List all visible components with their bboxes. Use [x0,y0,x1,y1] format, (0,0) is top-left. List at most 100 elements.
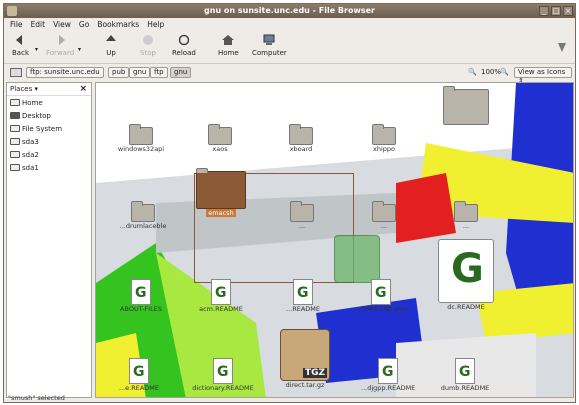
file-item[interactable]: G ...e.README [114,358,164,392]
toolbar: Back ▾ Forward ▾ Up Stop Reload Home Com… [4,31,575,64]
gnu-document-icon: G [455,358,475,384]
folder-icon [443,86,489,125]
drive-icon [10,151,20,158]
sidebar-item-home[interactable]: Home [7,96,91,109]
menu-view[interactable]: View [53,20,71,29]
reload-icon [178,34,190,46]
forward-arrow-icon [59,35,66,45]
icon-view[interactable]: windows32api xaos xboard xhippo ...druml… [95,82,574,398]
file-browser-window: gnu on sunsite.unc.edu - File Browser _ … [3,3,576,403]
gnu-document-icon: G [211,279,231,305]
sidebar-item-desktop[interactable]: Desktop [7,109,91,122]
menu-file[interactable]: File [10,20,23,29]
folder-icon [372,201,396,222]
back-history-dropdown-icon[interactable]: ▾ [35,46,38,53]
breadcrumb-ftp[interactable]: ftp [150,67,168,78]
folder-item-large[interactable] [436,86,496,125]
menu-help[interactable]: Help [147,20,164,29]
zoom-out-icon[interactable]: 🔍 [468,68,477,76]
gnu-document-icon: G [131,279,151,305]
stop-icon [142,35,153,45]
folder-item[interactable]: ... [446,201,486,230]
up-button[interactable]: Up [104,34,118,57]
status-bar: "smush" selected [8,394,65,402]
file-item[interactable]: Gdumb.README [438,358,492,392]
folder-item[interactable]: windows32api [116,124,166,153]
folder-item[interactable]: ... [364,201,404,230]
window-title: gnu on sunsite.unc.edu - File Browser [204,6,375,15]
tgz-archive-icon: TGZ [280,329,330,381]
breadcrumb-current[interactable]: gnu [170,67,192,78]
breadcrumb-pub[interactable]: pub [108,67,130,78]
sidebar-header[interactable]: Places ▾ × [7,83,91,96]
title-bar: gnu on sunsite.unc.edu - File Browser _ … [4,4,575,18]
throbber-icon [558,43,566,52]
forward-button[interactable]: Forward [46,34,74,57]
home-folder-icon [10,99,20,106]
folder-item[interactable]: xhippo [364,124,404,153]
folder-item[interactable]: ...drumlaceble [118,201,168,230]
maximize-button[interactable]: □ [551,6,561,16]
gnu-document-icon: G [378,358,398,384]
forward-history-dropdown-icon[interactable]: ▾ [78,46,81,53]
dragged-item-ghost [334,235,380,283]
view-mode-select[interactable]: View as Icons ⇕ [514,67,572,85]
folder-icon [372,124,396,145]
file-item[interactable]: Gdictionary.README [191,358,255,392]
file-item[interactable]: G ABOUT-FILES [116,279,166,313]
home-icon [222,35,235,45]
computer-icon [263,34,275,45]
sidebar-item-sda2[interactable]: sda2 [7,148,91,161]
drive-icon [10,138,20,145]
file-item[interactable]: G ...TORS.FAR.shar [346,279,416,313]
folder-icon [290,201,314,222]
back-arrow-icon [15,35,22,45]
folder-item[interactable]: ... [282,201,322,230]
desktop-icon [10,112,20,119]
toggle-location-entry-icon[interactable] [10,68,22,77]
folder-icon [129,124,153,145]
file-item[interactable]: Gacm.README [198,279,244,313]
breadcrumb-gnu[interactable]: gnu [129,67,151,78]
gnu-document-icon: G [213,358,233,384]
location-bar: ftp: sunsite.unc.edu pub gnu ftp gnu 🔍 1… [4,65,575,85]
menu-bookmarks[interactable]: Bookmarks [97,20,139,29]
close-button[interactable]: × [563,6,573,16]
folder-item[interactable]: xaos [200,124,240,153]
folder-icon [454,201,478,222]
home-button[interactable]: Home [218,34,239,57]
close-sidebar-icon[interactable]: × [79,83,87,95]
folder-icon [196,168,246,209]
zoom-in-icon[interactable]: 🔍 [500,68,509,76]
archive-item[interactable]: TGZ direct.tar.gz [274,329,336,389]
folder-icon [289,124,313,145]
sidebar-item-sda1[interactable]: sda1 [7,161,91,174]
sidebar-item-filesystem[interactable]: File System [7,122,91,135]
folder-item[interactable]: xboard [281,124,321,153]
reload-button[interactable]: Reload [172,34,196,57]
drive-icon [10,164,20,171]
gnu-document-icon: G [438,239,494,303]
menu-edit[interactable]: Edit [31,20,46,29]
folder-icon [131,201,155,222]
minimize-button[interactable]: _ [539,6,549,16]
file-item[interactable]: G ...README [280,279,326,313]
menu-bar: File Edit View Go Bookmarks Help [4,18,575,31]
folder-icon [208,124,232,145]
gnu-document-icon: G [129,358,149,384]
file-item[interactable]: G ...djgpp.README [361,358,415,392]
folder-item-selected[interactable]: emacsh [192,168,250,217]
gnu-document-icon: G [371,279,391,305]
harddisk-icon [10,125,20,132]
breadcrumb-root[interactable]: ftp: sunsite.unc.edu [26,67,104,78]
menu-go[interactable]: Go [79,20,89,29]
gnu-document-icon: G [293,279,313,305]
zoom-level[interactable]: 100% [481,68,501,76]
file-item-large[interactable]: Gdc.README [426,239,506,311]
places-sidebar: Places ▾ × Home Desktop File System sda3… [6,82,92,398]
stop-button[interactable]: Stop [140,34,156,57]
sidebar-item-sda3[interactable]: sda3 [7,135,91,148]
up-arrow-icon [106,35,116,41]
computer-button[interactable]: Computer [252,34,287,57]
back-button[interactable]: Back [12,34,29,57]
